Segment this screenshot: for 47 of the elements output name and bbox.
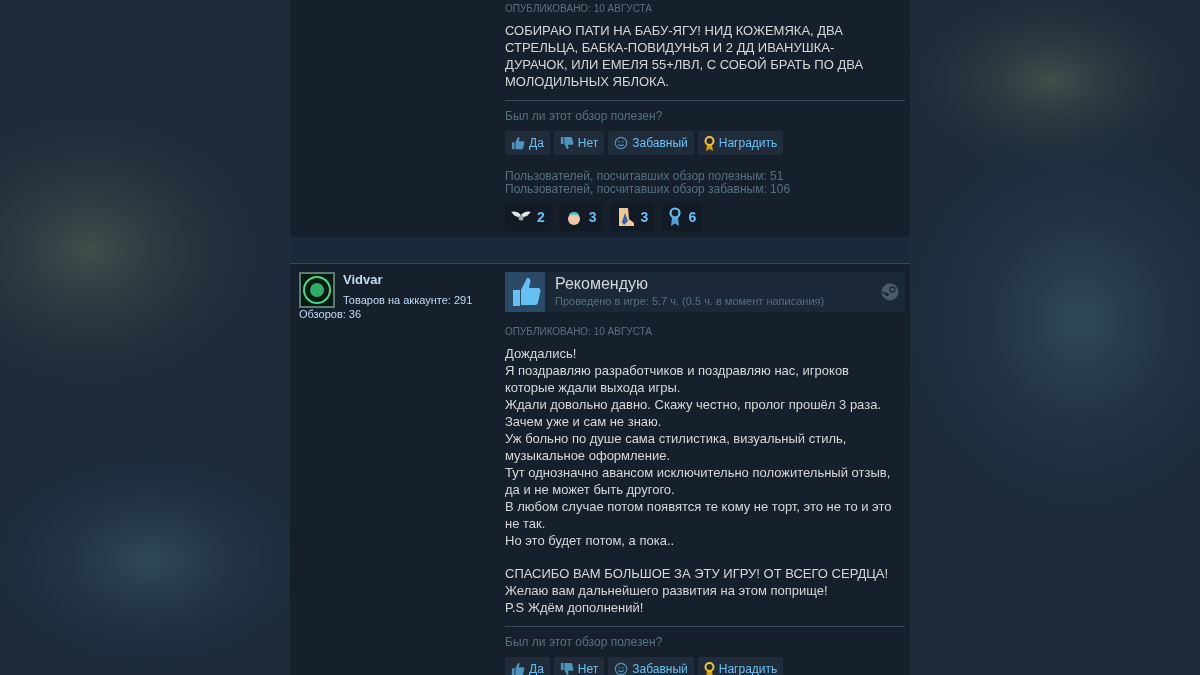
review-text: Но это будет потом, а пока.. xyxy=(505,532,676,549)
vote-button[interactable]: Нет xyxy=(553,131,605,155)
vote-button[interactable]: Да xyxy=(505,131,550,155)
review-text: Желаю вам дальнейшего развития на этом поприще! xyxy=(505,582,829,599)
vote-stat: Пользователей, посчитавших обзор полезным: 51 xyxy=(505,170,785,183)
vote-button[interactable]: Забавный xyxy=(608,657,694,675)
author-reviews: Обзоров: 36 xyxy=(299,306,363,322)
review-text: Я поздравляю разработчиков и поздравляю нас, игроков которые ждали выхода игры. xyxy=(505,362,850,396)
ribbon-award-icon xyxy=(668,207,683,227)
thumbs-up-icon xyxy=(511,136,525,150)
steam-logo-icon xyxy=(881,283,899,301)
posted-date: ОПУБЛИКОВАНО: 10 АВГУСТА xyxy=(505,2,654,16)
thumbs-up-icon xyxy=(505,272,545,312)
award-icon xyxy=(703,135,715,151)
smiley-icon xyxy=(614,662,629,675)
award-badge[interactable]: 3 xyxy=(558,203,603,231)
review-text: Уж больно по душе сама стилистика, визуальный стиль, музыкальное оформление. xyxy=(505,430,848,464)
vote-button[interactable]: Нет xyxy=(553,657,605,675)
helpful-question: Был ли этот обзор полезен? xyxy=(505,108,664,125)
review-text: СПАСИБО ВАМ БОЛЬШОЕ ЗА ЭТУ ИГРУ! ОТ ВСЕГО СЕРДЦА! xyxy=(505,565,890,582)
author-name[interactable]: Vidvar xyxy=(343,272,473,288)
verdict-title: Рекомендую xyxy=(555,274,649,294)
smiley-icon xyxy=(614,136,629,150)
award-badge[interactable]: 3 xyxy=(610,203,655,231)
avatar xyxy=(299,272,335,308)
review-text: СОБИРАЮ ПАТИ НА БАБУ-ЯГУ! НИД КОЖЕМЯКА, ДВА СТРЕЛЬЦА, БАБКА-ПОВИДУНЬЯ И 2 ДД ИВАНУШКА-ДУРАЧОК, ИЛИ ЕМЕЛЯ 55+ЛВЛ, С СОБОЙ БРАТЬ ПО ДВА МОЛОДИЛЬНЫХ ЯБЛОКА. xyxy=(505,22,865,90)
vote-button[interactable]: Забавный xyxy=(608,131,694,155)
award-badge[interactable]: 2 xyxy=(505,203,551,231)
playtime: Проведено в игре: 5.7 ч. (0.5 ч. в момент написания) xyxy=(555,294,826,310)
posted-date: ОПУБЛИКОВАНО: 10 АВГУСТА xyxy=(505,325,654,339)
boot-icon xyxy=(616,207,635,227)
thumbs-down-icon xyxy=(559,136,574,150)
thumbs-up-icon xyxy=(511,662,525,675)
vote-button[interactable]: Да xyxy=(505,657,550,675)
award-badge[interactable]: 6 xyxy=(662,203,703,231)
review-text: P.S Ждём дополнений! xyxy=(505,599,645,616)
thumbs-down-icon xyxy=(559,662,574,675)
review-text: Дождались! xyxy=(505,345,578,362)
award-icon xyxy=(703,661,715,675)
review-text: Тут однозначно авансом исключительно положительный отзыв, да и не может быть другого. xyxy=(505,464,892,498)
vote-stat: Пользователей, посчитавших обзор забавным: 106 xyxy=(505,183,792,196)
author-products: Товаров на аккаунте: 291 xyxy=(343,293,473,308)
vote-button[interactable]: Наградить xyxy=(697,657,784,675)
review-text: Ждали довольно давно. Скажу честно, пролог прошёл 3 раза. Зачем уже и сам не знаю. xyxy=(505,396,882,430)
review-text: В любом случае потом появятся те кому не торт, это не то и это не так. xyxy=(505,498,893,532)
vote-button[interactable]: Наградить xyxy=(697,131,784,155)
helpful-question: Был ли этот обзор полезен? xyxy=(505,634,664,651)
